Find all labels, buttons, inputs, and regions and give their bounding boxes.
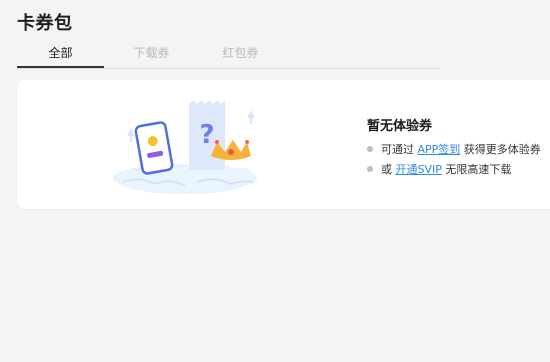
hint-svip-suffix: 无限高速下载 <box>441 163 512 176</box>
empty-coupon-illustration-icon: ? <box>113 100 257 194</box>
bullet-dot <box>367 146 373 152</box>
hint-svip: 或 开通SVIP 无限高速下载 <box>367 163 511 177</box>
hint-checkin: 可通过 APP签到 获得更多体验券 <box>367 143 541 157</box>
tab-all[interactable]: 全部 <box>17 44 104 68</box>
bullet-dot <box>367 166 373 172</box>
hint-svip-prefix: 或 <box>381 163 396 176</box>
svg-text:?: ? <box>199 120 214 150</box>
tab-bar: 全部 下载券 红包券 <box>17 44 440 69</box>
open-svip-link[interactable]: 开通SVIP <box>396 163 442 176</box>
hint-checkin-suffix: 获得更多体验券 <box>460 143 541 156</box>
tab-download-coupon[interactable]: 下载券 <box>108 44 195 66</box>
page-title: 卡券包 <box>17 13 73 34</box>
empty-state-title: 暂无体验券 <box>367 119 433 134</box>
coupon-card: ? 暂无体验券 可通过 APP签到 获得更多体验券 或 开通SVIP 无限高速下… <box>17 80 550 209</box>
hint-checkin-prefix: 可通过 <box>381 143 418 156</box>
app-checkin-link[interactable]: APP签到 <box>418 143 461 156</box>
tab-red-packet-coupon[interactable]: 红包券 <box>197 44 284 66</box>
